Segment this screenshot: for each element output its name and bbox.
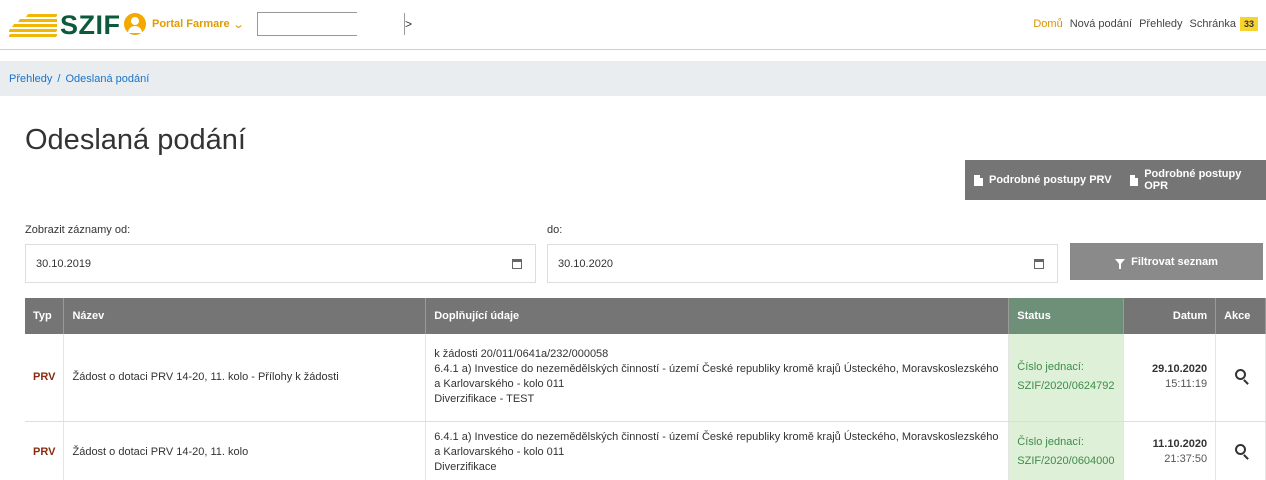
nav-home[interactable]: Domů bbox=[1033, 18, 1062, 30]
detail-line: 6.4.1 a) Investice do nezemědělských čin… bbox=[434, 430, 999, 458]
row-datum: 29.10.2020 15:11:19 bbox=[1123, 334, 1217, 422]
detail-line: Diverzifikace - TEST bbox=[434, 393, 535, 406]
submissions-table: Typ Název Doplňující údaje Status Datum … bbox=[25, 298, 1266, 480]
row-datum: 11.10.2020 21:37:50 bbox=[1123, 421, 1217, 480]
detail-line: Diverzifikace bbox=[434, 460, 497, 473]
table-row[interactable]: PRV Žádost o dotaci PRV 14-20, 11. kolo … bbox=[25, 334, 1266, 422]
row-typ: PRV bbox=[25, 334, 65, 422]
portal-label: Portal Farmare bbox=[152, 18, 230, 30]
search-input[interactable] bbox=[258, 13, 404, 35]
breadcrumb: Přehledy / Odeslaná podání bbox=[0, 61, 1266, 96]
top-header: SZIF Portal Farmare ⌄ > Domů Nová podání… bbox=[0, 0, 1266, 50]
row-date: 11.10.2020 bbox=[1152, 438, 1208, 450]
breadcrumb-separator: / bbox=[57, 72, 61, 85]
document-icon bbox=[1130, 174, 1139, 186]
nav-new-submissions[interactable]: Nová podání bbox=[1070, 18, 1132, 30]
date-to-label: do: bbox=[547, 224, 563, 236]
filter-list-button[interactable]: Filtrovat seznam bbox=[1070, 243, 1263, 280]
col-akce: Akce bbox=[1215, 298, 1266, 334]
inbox-count-badge[interactable]: 33 bbox=[1239, 17, 1258, 31]
col-status[interactable]: Status bbox=[1008, 298, 1124, 334]
table-row[interactable]: PRV Žádost o dotaci PRV 14-20, 11. kolo … bbox=[25, 421, 1266, 480]
col-doplnujici[interactable]: Doplňující údaje bbox=[425, 298, 1010, 334]
status-value: SZIF/2020/0604000 bbox=[1017, 455, 1115, 467]
chevron-right-icon[interactable]: > bbox=[404, 13, 412, 35]
prv-procedures-button[interactable]: Podrobné postupy PRV bbox=[965, 160, 1121, 200]
document-icon bbox=[974, 174, 983, 186]
opr-procedures-button[interactable]: Podrobné postupy OPR bbox=[1121, 160, 1266, 200]
search-icon[interactable] bbox=[1235, 444, 1247, 455]
opr-procedures-label: Podrobné postupy OPR bbox=[1144, 168, 1242, 192]
calendar-icon[interactable] bbox=[499, 245, 535, 282]
row-time: 21:37:50 bbox=[1164, 453, 1208, 465]
search-icon[interactable] bbox=[1235, 369, 1247, 381]
detail-line: k žádosti 20/011/0641a/232/000058 bbox=[434, 348, 609, 361]
row-nazev: Žádost o dotaci PRV 14-20, 11. kolo - Př… bbox=[63, 334, 427, 422]
portal-farmare-menu[interactable]: Portal Farmare ⌄ bbox=[124, 13, 245, 35]
chevron-down-icon: ⌄ bbox=[231, 18, 245, 31]
szif-logo[interactable]: SZIF bbox=[9, 9, 121, 41]
page-title: Odeslaná podání bbox=[25, 124, 246, 156]
row-action bbox=[1215, 334, 1266, 422]
nav-overviews[interactable]: Přehledy bbox=[1139, 18, 1182, 30]
top-nav: Domů Nová podání Přehledy Schránka 33 bbox=[1026, 17, 1258, 31]
nav-inbox[interactable]: Schránka bbox=[1190, 18, 1236, 30]
col-nazev[interactable]: Název bbox=[63, 298, 427, 334]
row-typ: PRV bbox=[25, 421, 65, 480]
date-from-field bbox=[25, 244, 536, 283]
logo-text: SZIF bbox=[60, 9, 121, 40]
status-label: Číslo jednací: bbox=[1017, 436, 1084, 448]
row-status: Číslo jednací: SZIF/2020/0604000 bbox=[1008, 421, 1124, 480]
filter-list-label: Filtrovat seznam bbox=[1131, 255, 1218, 268]
status-label: Číslo jednací: bbox=[1017, 361, 1084, 374]
logo-stripes-icon bbox=[9, 13, 57, 37]
col-typ[interactable]: Typ bbox=[25, 298, 65, 334]
row-status: Číslo jednací: SZIF/2020/0624792 bbox=[1008, 334, 1124, 422]
date-from-label: Zobrazit záznamy od: bbox=[25, 224, 131, 236]
col-datum[interactable]: Datum bbox=[1123, 298, 1217, 334]
detail-line: 6.4.1 a) Investice do nezemědělských čin… bbox=[434, 363, 999, 391]
status-value: SZIF/2020/0624792 bbox=[1017, 380, 1115, 393]
breadcrumb-overviews[interactable]: Přehledy bbox=[9, 73, 52, 85]
filter-icon bbox=[1115, 258, 1126, 269]
date-from-input[interactable] bbox=[26, 245, 499, 282]
calendar-icon[interactable] bbox=[1021, 245, 1057, 282]
search-box: > bbox=[257, 12, 412, 36]
table-header-row: Typ Název Doplňující údaje Status Datum … bbox=[25, 298, 1266, 334]
row-action bbox=[1215, 421, 1266, 480]
row-details: 6.4.1 a) Investice do nezemědělských čin… bbox=[425, 421, 1010, 480]
breadcrumb-sent-submissions[interactable]: Odeslaná podání bbox=[65, 73, 149, 85]
user-circle-icon bbox=[124, 13, 146, 35]
date-to-field bbox=[547, 244, 1058, 283]
date-to-input[interactable] bbox=[548, 245, 1021, 282]
row-nazev: Žádost o dotaci PRV 14-20, 11. kolo bbox=[63, 421, 427, 480]
row-time: 15:11:19 bbox=[1165, 378, 1208, 391]
row-date: 29.10.2020 bbox=[1152, 363, 1208, 376]
prv-procedures-label: Podrobné postupy PRV bbox=[989, 174, 1112, 186]
row-details: k žádosti 20/011/0641a/232/000058 6.4.1 … bbox=[425, 334, 1010, 422]
